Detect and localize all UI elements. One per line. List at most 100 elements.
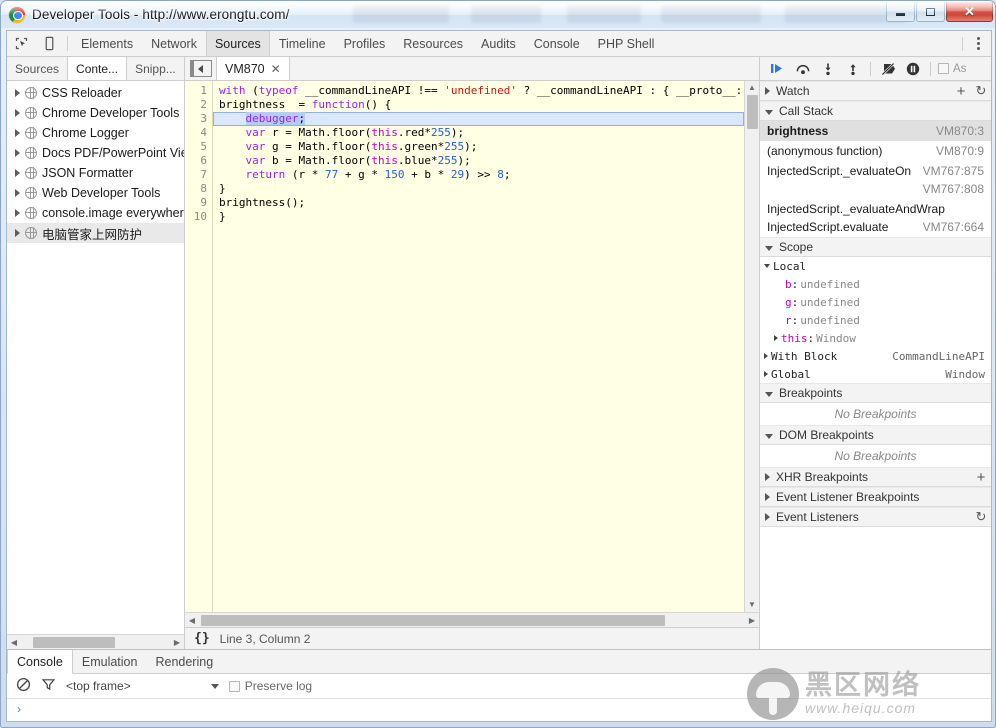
editor-tab-vm870[interactable]: VM870 ✕: [216, 57, 290, 80]
line-number[interactable]: 10: [185, 210, 207, 224]
tree-item-selected[interactable]: 电脑管家上网防护: [7, 223, 184, 243]
section-event-listeners[interactable]: Event Listeners ↻: [760, 507, 991, 527]
call-stack-frame[interactable]: InjectedScript.evaluate VM767:664: [760, 217, 991, 237]
editor-vertical-scrollbar[interactable]: ▲ ▼: [744, 81, 759, 612]
close-icon[interactable]: ✕: [271, 62, 281, 76]
scope-this[interactable]: this: Window: [760, 329, 991, 347]
section-call-stack[interactable]: Call Stack: [760, 101, 991, 121]
tab-resources[interactable]: Resources: [394, 31, 472, 56]
expand-triangle-icon[interactable]: [15, 89, 20, 97]
toggle-navigator-icon[interactable]: [190, 60, 212, 77]
chevron-down-icon[interactable]: [764, 264, 770, 268]
tab-sources[interactable]: Sources: [205, 31, 270, 56]
expand-triangle-icon[interactable]: [15, 149, 20, 157]
chevron-down-icon[interactable]: [210, 683, 219, 689]
scope-variable[interactable]: g: undefined: [760, 293, 991, 311]
async-checkbox-group[interactable]: As: [938, 63, 966, 75]
tab-network[interactable]: Network: [142, 31, 206, 56]
code-line[interactable]: with (typeof __commandLineAPI !== 'undef…: [219, 84, 744, 98]
scope-variable[interactable]: r: undefined: [760, 311, 991, 329]
scrollbar-track[interactable]: [199, 613, 745, 628]
line-number[interactable]: 2: [185, 98, 207, 112]
pretty-print-icon[interactable]: {}: [194, 631, 210, 646]
expand-triangle-icon[interactable]: [15, 209, 20, 217]
drawer-tab-rendering[interactable]: Rendering: [146, 650, 222, 673]
section-watch[interactable]: Watch + ↻: [760, 81, 991, 101]
scroll-left-icon[interactable]: ◀: [185, 616, 199, 625]
scrollbar-thumb[interactable]: [746, 95, 758, 129]
tab-php-shell[interactable]: PHP Shell: [589, 31, 664, 56]
call-stack-frame[interactable]: InjectedScript._evaluateOn VM767:875: [760, 161, 991, 181]
expand-triangle-icon[interactable]: [15, 169, 20, 177]
execution-context-selector[interactable]: <top frame>: [66, 679, 219, 693]
code-line[interactable]: return (r * 77 + g * 150 + b * 29) >> 8;: [219, 168, 744, 182]
code-line[interactable]: brightness = function() {: [219, 98, 744, 112]
section-scope[interactable]: Scope: [760, 237, 991, 257]
scrollbar-thumb[interactable]: [33, 636, 115, 648]
chevron-right-icon[interactable]: [765, 513, 770, 521]
preserve-log-group[interactable]: Preserve log: [228, 679, 312, 693]
scrollbar-track[interactable]: [745, 95, 760, 598]
line-number[interactable]: 6: [185, 154, 207, 168]
code-line[interactable]: }: [219, 182, 744, 196]
chevron-right-icon[interactable]: [765, 473, 770, 481]
scope-with-block[interactable]: With Block CommandLineAPI: [760, 347, 991, 365]
tab-timeline[interactable]: Timeline: [270, 31, 335, 56]
section-breakpoints[interactable]: Breakpoints: [760, 383, 991, 403]
line-number[interactable]: 7: [185, 168, 207, 182]
call-stack-frame[interactable]: (anonymous function) VM870:9: [760, 141, 991, 161]
chevron-down-icon[interactable]: [765, 245, 773, 251]
resume-script-execution-icon[interactable]: [766, 58, 790, 80]
call-stack-frame[interactable]: VM767:808 InjectedScript._evaluateAndWra…: [760, 181, 991, 217]
section-event-listener-breakpoints[interactable]: Event Listener Breakpoints: [760, 487, 991, 507]
refresh-icon[interactable]: ↻: [971, 509, 991, 525]
step-over-icon[interactable]: [791, 58, 815, 80]
line-number[interactable]: 9: [185, 196, 207, 210]
tree-item[interactable]: Web Developer Tools: [7, 183, 184, 203]
maximize-button[interactable]: [916, 2, 945, 22]
filter-icon[interactable]: [41, 677, 56, 695]
scroll-right-icon[interactable]: ▶: [170, 638, 184, 647]
nav-tab-content-scripts[interactable]: Conte...: [67, 57, 128, 80]
chevron-right-icon[interactable]: [764, 353, 768, 359]
chevron-right-icon[interactable]: [764, 371, 768, 377]
pause-on-exceptions-icon[interactable]: [901, 58, 925, 80]
call-stack-frame[interactable]: brightness VM870:3: [760, 121, 991, 141]
refresh-icon[interactable]: ↻: [971, 83, 991, 99]
code-line[interactable]: var b = Math.floor(this.blue*255);: [219, 154, 744, 168]
kebab-menu-icon[interactable]: [965, 37, 991, 50]
chevron-down-icon[interactable]: [765, 109, 773, 115]
preserve-log-checkbox[interactable]: [228, 680, 240, 692]
source-code[interactable]: with (typeof __commandLineAPI !== 'undef…: [213, 81, 744, 612]
tab-console[interactable]: Console: [525, 31, 589, 56]
inspect-element-icon[interactable]: [7, 31, 35, 56]
scroll-down-icon[interactable]: ▼: [745, 598, 760, 612]
clear-console-icon[interactable]: [16, 677, 31, 695]
scroll-up-icon[interactable]: ▲: [745, 81, 760, 95]
add-watch-expression-icon[interactable]: +: [951, 84, 971, 99]
expand-triangle-icon[interactable]: [15, 229, 20, 237]
scrollbar-track[interactable]: [21, 635, 170, 650]
chevron-down-icon[interactable]: [765, 433, 773, 439]
tree-item[interactable]: console.image everywher: [7, 203, 184, 223]
section-dom-breakpoints[interactable]: DOM Breakpoints: [760, 425, 991, 445]
code-line[interactable]: }: [219, 210, 744, 224]
step-out-icon[interactable]: [841, 58, 865, 80]
code-area[interactable]: 1 2 3 4 5 6 7 8 9 10 with (typeof __commandLineAP…: [185, 81, 744, 612]
tab-profiles[interactable]: Profiles: [335, 31, 395, 56]
async-checkbox[interactable]: [938, 63, 949, 74]
tree-item[interactable]: JSON Formatter: [7, 163, 184, 183]
scope-global[interactable]: Global Window: [760, 365, 991, 383]
chevron-right-icon[interactable]: [765, 87, 770, 95]
navigator-horizontal-scrollbar[interactable]: ◀ ▶: [7, 634, 184, 649]
step-into-icon[interactable]: [816, 58, 840, 80]
tree-item[interactable]: CSS Reloader: [7, 83, 184, 103]
expand-triangle-icon[interactable]: [15, 129, 20, 137]
scope-variable[interactable]: b: undefined: [760, 275, 991, 293]
line-number[interactable]: 1: [185, 84, 207, 98]
section-xhr-breakpoints[interactable]: XHR Breakpoints +: [760, 467, 991, 487]
deactivate-breakpoints-icon[interactable]: [876, 58, 900, 80]
close-button[interactable]: ✕: [946, 2, 993, 22]
device-mode-icon[interactable]: [35, 31, 63, 56]
code-line-execution[interactable]: debugger;: [213, 112, 744, 126]
